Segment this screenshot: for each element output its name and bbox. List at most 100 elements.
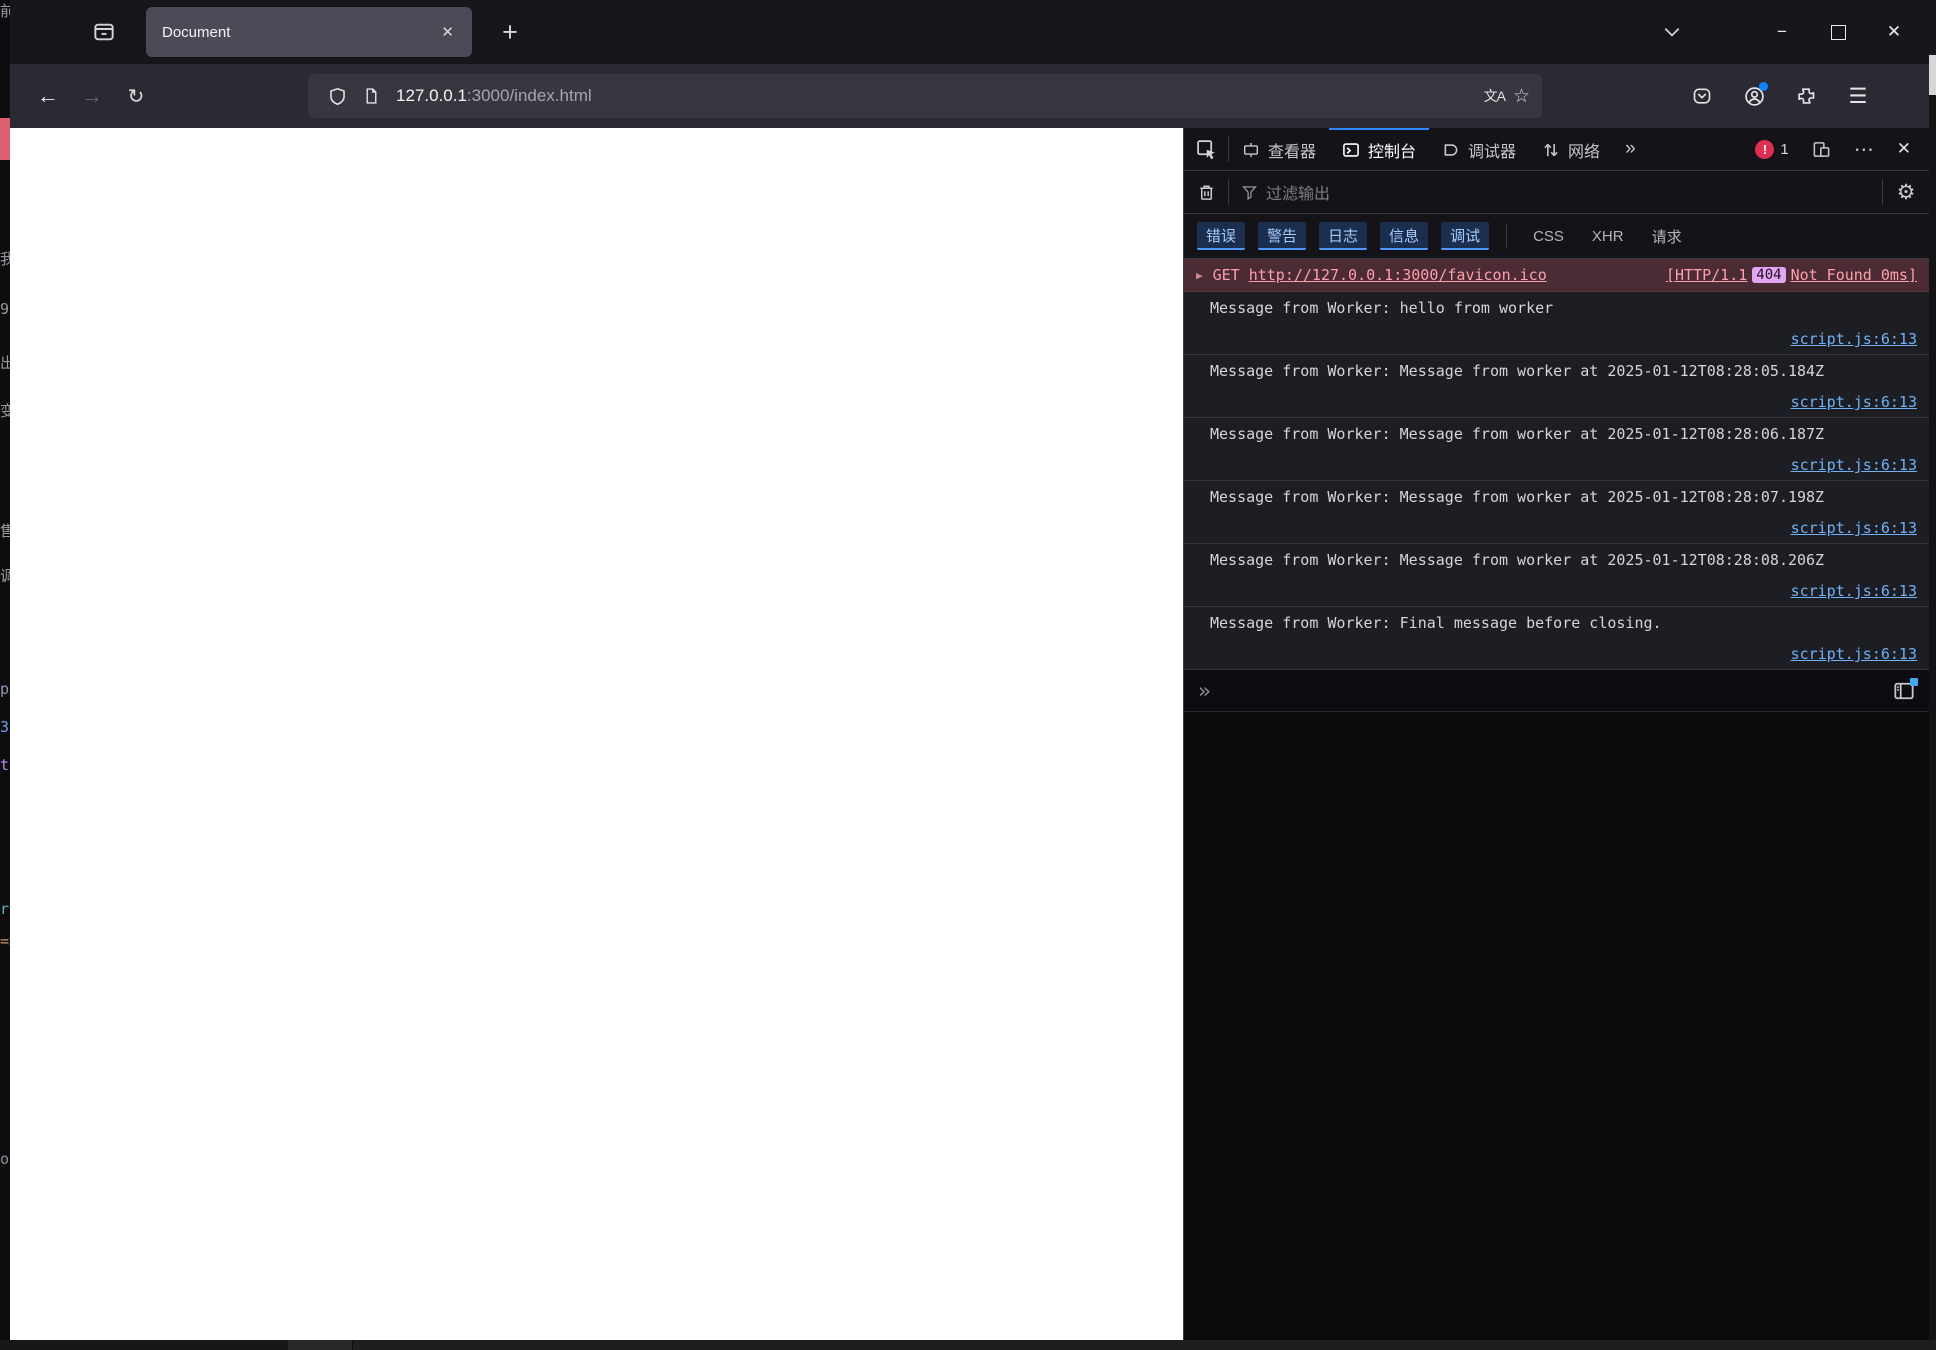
- console-input-row[interactable]: »: [1184, 670, 1929, 712]
- filter-pill-errors[interactable]: 错误: [1197, 222, 1246, 250]
- bookmark-star-icon[interactable]: ☆: [1513, 85, 1530, 108]
- forward-button[interactable]: →: [70, 74, 114, 118]
- filter-pill-warnings[interactable]: 警告: [1258, 222, 1307, 250]
- filter-pill-logs[interactable]: 日志: [1319, 222, 1368, 250]
- bottom-strip-segment: [288, 1340, 353, 1350]
- tab-inspector[interactable]: 查看器: [1229, 128, 1329, 170]
- filter-pill-info[interactable]: 信息: [1380, 222, 1429, 250]
- bottom-edge-strip: [0, 1340, 1936, 1350]
- more-tabs-button[interactable]: »: [1613, 128, 1648, 170]
- log-source-link[interactable]: script.js:6:13: [1791, 393, 1917, 411]
- log-source-link[interactable]: script.js:6:13: [1791, 519, 1917, 537]
- background-text-fragment: 3: [0, 718, 10, 736]
- pocket-button[interactable]: [1680, 74, 1724, 118]
- close-button[interactable]: ✕: [1866, 12, 1922, 52]
- inspector-icon: [1242, 141, 1260, 159]
- clear-console-button[interactable]: [1184, 171, 1228, 213]
- status-text: Not Found 0ms]: [1790, 266, 1917, 284]
- new-tab-button[interactable]: +: [490, 17, 530, 48]
- log-source-link[interactable]: script.js:6:13: [1791, 582, 1917, 600]
- firefox-view-button[interactable]: [84, 12, 124, 52]
- log-source-link[interactable]: script.js:6:13: [1791, 456, 1917, 474]
- tab-network[interactable]: 网络: [1529, 128, 1613, 170]
- trash-icon: [1197, 183, 1216, 202]
- background-scrollbar-fragment: [1929, 55, 1936, 95]
- split-console-button[interactable]: [1889, 676, 1919, 706]
- responsive-design-button[interactable]: [1800, 140, 1844, 159]
- tab-title: Document: [162, 23, 231, 41]
- request-method: GET: [1212, 266, 1240, 284]
- background-text-fragment: 调: [0, 567, 10, 585]
- network-arrows-icon: [1542, 141, 1560, 159]
- page-content: [10, 128, 1183, 1340]
- console-log-row[interactable]: Message from Worker: Message from worker…: [1184, 418, 1929, 481]
- back-button[interactable]: ←: [26, 74, 70, 118]
- background-text-fragment: 我: [0, 250, 10, 268]
- devtools-close-button[interactable]: ✕: [1885, 139, 1923, 159]
- background-text-fragment: t: [0, 756, 10, 774]
- toolbar-right: ! 1 ⋯ ✕: [1745, 128, 1929, 170]
- extensions-button[interactable]: [1784, 74, 1828, 118]
- console-messages: Message from Worker: hello from worker s…: [1184, 292, 1929, 670]
- background-text-fragment: ra: [0, 900, 10, 918]
- console-prompt-icon: »: [1198, 678, 1211, 703]
- request-url-link[interactable]: http://127.0.0.1:3000/favicon.ico: [1249, 266, 1547, 284]
- url-bar[interactable]: 127.0.0.1:3000/index.html 文A ☆: [308, 74, 1542, 118]
- funnel-icon: [1241, 184, 1258, 201]
- browser-titlebar: Document ✕ + − ✕: [10, 0, 1936, 64]
- url-text[interactable]: 127.0.0.1:3000/index.html: [396, 86, 1484, 106]
- tab-debugger[interactable]: 调试器: [1429, 128, 1529, 170]
- translate-icon[interactable]: 文A: [1484, 86, 1506, 106]
- browser-navbar: ← → ↻ 127.0.0.1:3000/index.html 文A ☆ ☰: [10, 64, 1936, 128]
- console-filter-row: 过滤输出 ⚙: [1184, 171, 1929, 214]
- background-window-sliver: 前 我 9 出 变 售 调 p 3 t ra => o1: [0, 0, 10, 1350]
- log-message: Message from Worker: Message from worker…: [1210, 425, 1825, 443]
- tab-network-label: 网络: [1568, 144, 1601, 161]
- console-network-error-row[interactable]: ▶ GET http://127.0.0.1:3000/favicon.ico …: [1184, 259, 1929, 292]
- tab-close-button[interactable]: ✕: [435, 21, 460, 43]
- disclosure-triangle-icon[interactable]: ▶: [1196, 269, 1203, 282]
- account-button[interactable]: [1732, 74, 1776, 118]
- filter-output-input[interactable]: 过滤输出: [1229, 171, 1882, 213]
- maximize-button[interactable]: [1810, 12, 1866, 52]
- browser-tab[interactable]: Document ✕: [146, 7, 472, 57]
- console-log-row[interactable]: Message from Worker: Message from worker…: [1184, 544, 1929, 607]
- pick-element-button[interactable]: [1184, 128, 1228, 170]
- console-settings-button[interactable]: ⚙: [1883, 171, 1929, 213]
- background-text-fragment: 变: [0, 402, 10, 420]
- shield-icon[interactable]: [320, 87, 354, 106]
- filter-xhr[interactable]: XHR: [1592, 228, 1624, 245]
- console-log-row[interactable]: Message from Worker: Final message befor…: [1184, 607, 1929, 670]
- console-filter-pills: 错误 警告 日志 信息 调试 CSS XHR 请求: [1184, 214, 1929, 259]
- log-source-link[interactable]: script.js:6:13: [1791, 645, 1917, 663]
- reload-button[interactable]: ↻: [114, 74, 158, 118]
- console-log-row[interactable]: Message from Worker: Message from worker…: [1184, 355, 1929, 418]
- minimize-button[interactable]: −: [1754, 12, 1810, 52]
- page-icon[interactable]: [354, 87, 388, 105]
- pill-separator: [1506, 224, 1508, 248]
- url-host: 127.0.0.1: [396, 86, 467, 105]
- devtools-menu-button[interactable]: ⋯: [1844, 137, 1885, 162]
- pocket-icon: [1692, 86, 1712, 106]
- filter-css[interactable]: CSS: [1533, 228, 1564, 245]
- list-all-tabs-button[interactable]: [1650, 26, 1694, 38]
- pick-element-icon: [1196, 139, 1217, 160]
- background-text-fragment: =>: [0, 932, 10, 950]
- error-count-button[interactable]: ! 1: [1745, 139, 1798, 159]
- background-window-sliver-right: [1929, 55, 1936, 1350]
- window-controls: − ✕: [1754, 12, 1922, 52]
- tab-console[interactable]: 控制台: [1329, 128, 1430, 170]
- filter-requests[interactable]: 请求: [1652, 226, 1682, 247]
- console-icon: [1342, 141, 1360, 159]
- log-source-link[interactable]: script.js:6:13: [1791, 330, 1917, 348]
- url-path: :3000/index.html: [466, 86, 592, 105]
- screen: 前 我 9 出 变 售 调 p 3 t ra => o1 Document ✕ …: [0, 0, 1936, 1350]
- console-log-row[interactable]: Message from Worker: Message from worker…: [1184, 481, 1929, 544]
- filter-pill-debug[interactable]: 调试: [1441, 222, 1490, 250]
- status-http: [HTTP/1.1: [1665, 266, 1748, 284]
- menu-button[interactable]: ☰: [1836, 74, 1880, 118]
- devtools-toolbar: 查看器 控制台 调试器 网络 » ! 1 ⋯ ✕: [1184, 128, 1929, 171]
- background-red-element: [0, 118, 10, 160]
- console-log-row[interactable]: Message from Worker: hello from worker s…: [1184, 292, 1929, 355]
- log-message: Message from Worker: Message from worker…: [1210, 362, 1825, 380]
